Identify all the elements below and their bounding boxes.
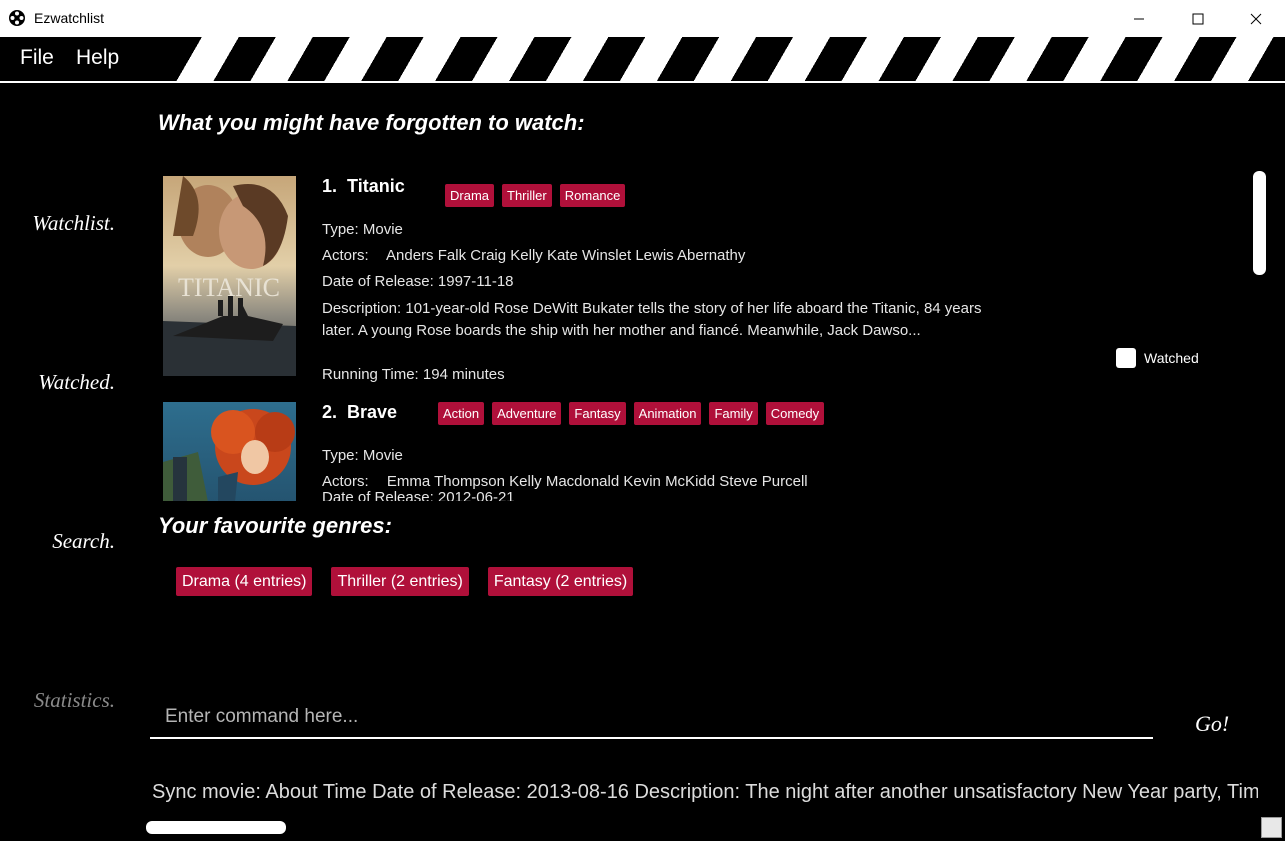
- movie-poster: TITANIC: [163, 176, 296, 376]
- movie-title: Brave: [347, 402, 398, 422]
- minimize-icon: [1134, 18, 1144, 19]
- watched-checkbox[interactable]: [1116, 348, 1136, 368]
- movie-actors: Actors: Anders Falk Craig Kelly Kate Win…: [322, 247, 745, 264]
- genre-tag: Family: [709, 402, 758, 425]
- menu-file[interactable]: File: [20, 46, 54, 70]
- poster-title: TITANIC: [178, 273, 280, 302]
- close-button[interactable]: [1227, 0, 1285, 37]
- actor-name: Anders Falk: [386, 247, 467, 264]
- genres-title: Your favourite genres:: [158, 513, 392, 538]
- command-input[interactable]: [150, 697, 1153, 739]
- forgotten-list[interactable]: TITANIC 1. Titanic Drama Thriller Romanc…: [150, 165, 1270, 501]
- movie-heading: 1. Titanic: [322, 176, 405, 197]
- menu-bar: File Help: [0, 37, 1285, 81]
- maximize-button[interactable]: [1169, 0, 1227, 37]
- genre-tag: Action: [438, 402, 485, 425]
- menu-divider: [0, 81, 1285, 83]
- actors-label: Actors:: [322, 473, 369, 490]
- movie-heading: 2. Brave: [322, 402, 397, 423]
- title-bar: Ezwatchlist: [0, 0, 1285, 37]
- result-scrollbar[interactable]: [146, 821, 286, 834]
- movie-release: Date of Release: 1997-11-18: [322, 273, 514, 290]
- forgotten-title: What you might have forgotten to watch:: [158, 110, 585, 135]
- sidebar-item-watchlist[interactable]: Watchlist.: [32, 211, 115, 236]
- movie-description: Description: 101-year-old Rose DeWitt Bu…: [322, 300, 982, 339]
- genre-stat-badge: Thriller (2 entries): [331, 567, 469, 596]
- minimize-button[interactable]: [1110, 0, 1168, 37]
- resize-grip[interactable]: [1261, 817, 1282, 838]
- result-display: Sync movie: About Time Date of Release: …: [152, 781, 1258, 803]
- movie-release: Date of Release: 2012-06-21: [322, 489, 515, 501]
- genre-tags: Drama Thriller Romance: [445, 184, 626, 207]
- window-title: Ezwatchlist: [34, 10, 105, 26]
- movie-type: Type: Movie: [322, 447, 403, 464]
- genre-tag: Thriller: [502, 184, 552, 207]
- watched-toggle[interactable]: Watched: [1116, 348, 1199, 368]
- actor-name: Kelly Macdonald: [509, 473, 620, 490]
- genre-tag: Romance: [559, 184, 626, 207]
- actor-name: Emma Thompson: [386, 473, 505, 490]
- sidebar-item-search[interactable]: Search.: [52, 529, 115, 554]
- close-icon: [1250, 13, 1262, 24]
- sidebar-item-watched[interactable]: Watched.: [38, 370, 115, 395]
- movie-type: Type: Movie: [322, 221, 403, 238]
- genre-stat-badge: Drama (4 entries): [176, 567, 313, 596]
- genre-stat-badge: Fantasy (2 entries): [487, 567, 634, 596]
- actor-name: Kate Winslet: [546, 247, 632, 264]
- actors-label: Actors:: [322, 247, 369, 264]
- go-button[interactable]: Go!: [1195, 711, 1229, 737]
- list-scrollbar[interactable]: [1253, 171, 1266, 275]
- genre-tag: Adventure: [492, 402, 562, 425]
- actor-name: Lewis Abernathy: [635, 247, 746, 264]
- movie-actors: Actors: Emma Thompson Kelly Macdonald Ke…: [322, 473, 808, 490]
- genre-tag: Comedy: [765, 402, 825, 425]
- actor-name: Craig Kelly: [470, 247, 543, 264]
- menu-help[interactable]: Help: [76, 46, 119, 70]
- movie-index: 1.: [322, 176, 338, 196]
- genre-tag: Drama: [445, 184, 495, 207]
- genre-tag: Animation: [633, 402, 702, 425]
- movie-title: Titanic: [347, 176, 405, 196]
- film-reel-icon: [9, 10, 25, 26]
- favourite-genres: Drama (4 entries) Thriller (2 entries) F…: [176, 567, 634, 596]
- maximize-icon: [1192, 13, 1204, 24]
- actor-name: Steve Purcell: [719, 473, 808, 490]
- genre-tag: Fantasy: [569, 402, 626, 425]
- watched-label: Watched: [1144, 350, 1199, 366]
- movie-running-time: Running Time: 194 minutes: [322, 366, 505, 383]
- genre-tags: Action Adventure Fantasy Animation Famil…: [438, 402, 825, 425]
- movie-index: 2.: [322, 402, 338, 422]
- movie-poster: [163, 402, 296, 501]
- sidebar-item-statistics[interactable]: Statistics.: [34, 688, 115, 713]
- actor-name: Kevin McKidd: [623, 473, 716, 490]
